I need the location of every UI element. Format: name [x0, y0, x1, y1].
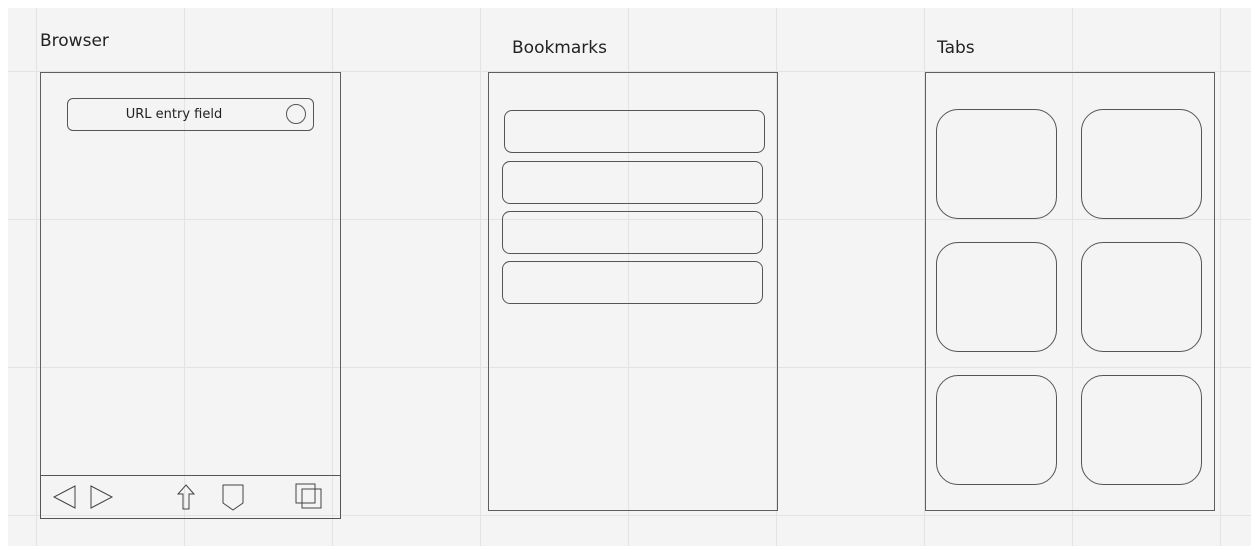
- browser-frame: [40, 72, 341, 519]
- canvas-edge-bottom: [0, 546, 1255, 550]
- url-entry-field-label: URL entry field: [125, 107, 223, 122]
- browser-frame-title: Browser: [40, 31, 109, 51]
- canvas-edge-left: [0, 0, 8, 550]
- canvas-edge-right: [1251, 0, 1255, 550]
- bookmarks-frame-title: Bookmarks: [512, 38, 607, 58]
- browser-toolbar: [40, 475, 341, 519]
- reload-circle-icon[interactable]: [286, 104, 306, 124]
- forward-icon[interactable]: [89, 476, 115, 518]
- bookmark-item[interactable]: [502, 211, 763, 254]
- tab-card[interactable]: [936, 242, 1057, 352]
- bookmark-icon[interactable]: [220, 476, 246, 518]
- tab-card[interactable]: [1081, 242, 1202, 352]
- tab-card[interactable]: [1081, 375, 1202, 485]
- url-entry-field[interactable]: URL entry field: [67, 98, 314, 131]
- canvas-edge-top: [0, 0, 1255, 8]
- bookmark-item[interactable]: [502, 261, 763, 304]
- tab-card[interactable]: [936, 109, 1057, 219]
- tabs-frame-title: Tabs: [937, 38, 975, 58]
- tab-card[interactable]: [936, 375, 1057, 485]
- bookmark-item[interactable]: [504, 110, 765, 153]
- tabs-icon[interactable]: [294, 476, 326, 518]
- bookmark-item[interactable]: [502, 161, 763, 204]
- back-icon[interactable]: [52, 476, 78, 518]
- share-icon[interactable]: [174, 476, 198, 518]
- tab-card[interactable]: [1081, 109, 1202, 219]
